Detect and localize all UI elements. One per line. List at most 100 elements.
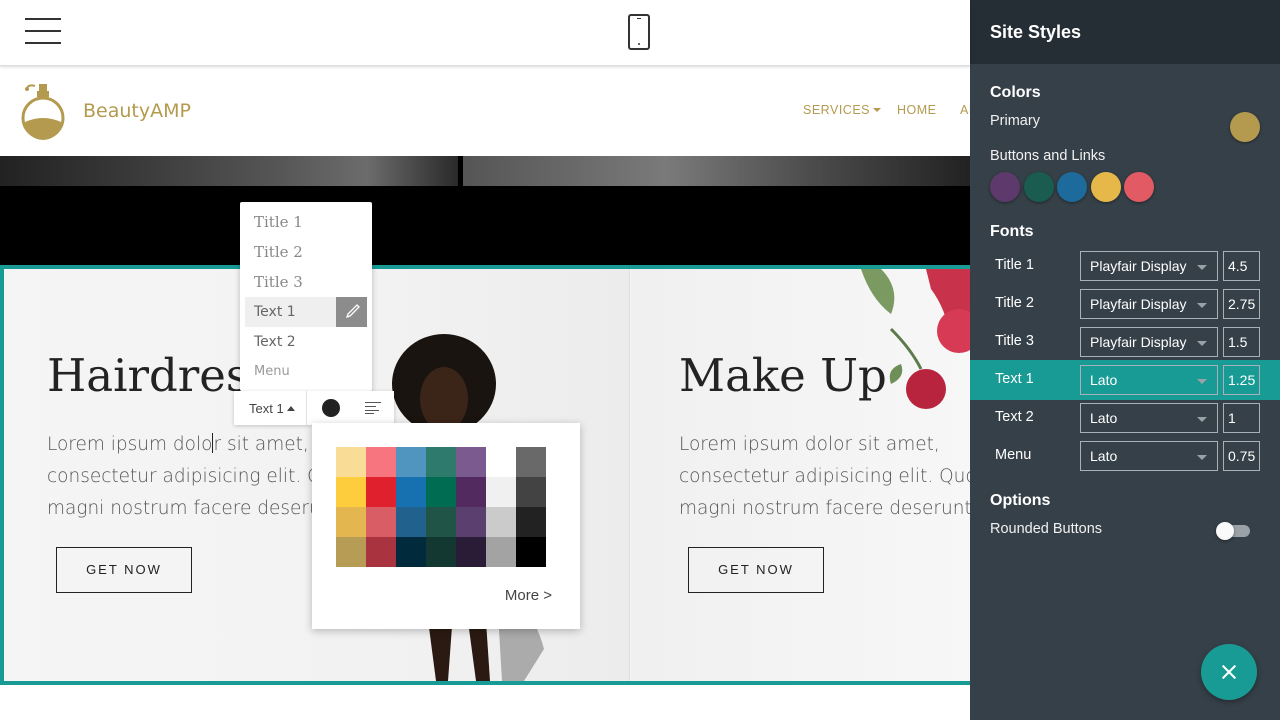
toggle-knob (1216, 522, 1234, 540)
color-swatch[interactable] (426, 507, 456, 537)
style-item-title-3[interactable]: Title 3 (245, 266, 367, 296)
color-swatch[interactable] (516, 477, 546, 507)
text-line: consectetur adipisicing elit. Quos (679, 466, 970, 487)
perfume-bottle-icon[interactable] (19, 82, 67, 140)
style-item-menu[interactable]: Menu (245, 357, 367, 387)
font-row-text-1: Text 1 Lato 1.25 (970, 360, 1280, 400)
font-size-input[interactable]: 4.5 (1223, 251, 1260, 281)
font-row-text-2: Text 2 Lato 1 (970, 398, 1280, 438)
nav-item-services[interactable]: SERVICES (803, 103, 881, 117)
font-row-label: Title 1 (995, 257, 1034, 273)
text-color-button[interactable] (322, 399, 340, 417)
align-left-icon[interactable] (365, 401, 381, 414)
card-makeup: Make Up Lorem ipsum dolor sit amet, cons… (631, 269, 970, 681)
text-style-select[interactable]: Text 1 (249, 401, 295, 416)
font-family-value: Playfair Display (1090, 296, 1187, 312)
font-size-input[interactable]: 0.75 (1223, 441, 1260, 471)
color-swatch[interactable] (336, 447, 366, 477)
chevron-down-icon (1197, 455, 1207, 460)
colors-heading: Colors (990, 84, 1041, 101)
font-size-input[interactable]: 1.5 (1223, 327, 1260, 357)
more-colors-link[interactable]: More > (505, 587, 552, 604)
card-title[interactable]: Make Up (679, 349, 887, 402)
color-swatch[interactable] (516, 537, 546, 567)
chevron-up-icon (286, 406, 295, 411)
color-swatch[interactable] (336, 477, 366, 507)
text-line: magni nostrum facere deserunt. (679, 498, 970, 519)
font-family-value: Playfair Display (1090, 334, 1187, 350)
color-swatch[interactable] (456, 447, 486, 477)
button-color-swatch[interactable] (1057, 172, 1087, 202)
color-swatch[interactable] (336, 537, 366, 567)
chevron-down-icon (873, 108, 881, 112)
nav-item-home[interactable]: HOME (897, 103, 937, 117)
hamburger-icon[interactable] (25, 17, 61, 45)
color-swatch[interactable] (456, 507, 486, 537)
primary-color-swatch[interactable] (1230, 112, 1260, 142)
primary-label: Primary (990, 113, 1040, 129)
color-swatch[interactable] (336, 507, 366, 537)
brush-icon[interactable] (336, 297, 367, 327)
color-swatch[interactable] (366, 447, 396, 477)
color-swatch[interactable] (396, 507, 426, 537)
style-item-text-2[interactable]: Text 2 (245, 327, 367, 357)
brand-name[interactable]: BeautyAMP (83, 100, 191, 122)
font-family-value: Lato (1090, 372, 1118, 388)
font-size-input[interactable]: 1.25 (1223, 365, 1260, 395)
color-swatch[interactable] (426, 447, 456, 477)
color-swatch[interactable] (366, 537, 396, 567)
panel-title: Site Styles (990, 22, 1082, 42)
style-label: Title 1 (254, 213, 303, 231)
font-family-value: Playfair Display (1090, 258, 1187, 274)
chevron-down-icon (1197, 265, 1207, 270)
font-family-select[interactable]: Lato (1080, 365, 1218, 395)
color-swatch[interactable] (486, 477, 516, 507)
font-family-select[interactable]: Lato (1080, 441, 1218, 471)
button-color-swatch[interactable] (1124, 172, 1154, 202)
color-swatch[interactable] (486, 507, 516, 537)
color-swatch[interactable] (486, 537, 516, 567)
style-item-title-2[interactable]: Title 2 (245, 236, 367, 266)
rounded-buttons-toggle[interactable] (1216, 522, 1250, 540)
style-item-text-1[interactable]: Text 1 (245, 297, 367, 327)
card-text[interactable]: Lorem ipsum dolor sit amet, consectetur … (47, 429, 332, 525)
color-swatch[interactable] (366, 507, 396, 537)
color-swatch[interactable] (426, 537, 456, 567)
font-family-select[interactable]: Lato (1080, 403, 1218, 433)
text-line: Lorem ipsum dolor sit amet, (47, 429, 332, 461)
font-row-label: Text 1 (995, 371, 1034, 387)
editor-topbar (0, 0, 970, 66)
button-color-swatch[interactable] (990, 172, 1020, 202)
rounded-buttons-label: Rounded Buttons (990, 521, 1103, 537)
color-swatch[interactable] (516, 507, 546, 537)
color-picker: More > (312, 423, 580, 629)
get-now-button[interactable]: GET NOW (688, 547, 824, 593)
button-color-swatch[interactable] (1090, 172, 1121, 202)
fonts-heading: Fonts (990, 223, 1034, 240)
button-color-swatch[interactable] (1023, 172, 1054, 202)
close-icon[interactable] (1201, 644, 1257, 700)
style-label: Title 3 (254, 273, 303, 291)
color-swatch[interactable] (396, 447, 426, 477)
text-line: magni nostrum facere deserun (47, 498, 333, 519)
color-swatch[interactable] (516, 447, 546, 477)
color-swatch[interactable] (426, 477, 456, 507)
color-swatch[interactable] (456, 537, 486, 567)
font-size-input[interactable]: 1 (1223, 403, 1260, 433)
color-swatch[interactable] (486, 447, 516, 477)
color-swatch[interactable] (366, 477, 396, 507)
color-swatch[interactable] (456, 477, 486, 507)
site-styles-panel: Site Styles Colors Primary Buttons and L… (970, 0, 1280, 720)
font-family-select[interactable]: Playfair Display (1080, 251, 1218, 281)
color-swatch[interactable] (396, 537, 426, 567)
font-row-label: Text 2 (995, 409, 1034, 425)
card-text[interactable]: Lorem ipsum dolor sit amet, consectetur … (679, 429, 970, 525)
font-family-select[interactable]: Playfair Display (1080, 327, 1218, 357)
color-swatch[interactable] (396, 477, 426, 507)
text-style-menu: Title 1 Title 2 Title 3 Text 1 Text 2 Me… (240, 202, 372, 391)
font-size-input[interactable]: 2.75 (1223, 289, 1260, 319)
font-family-select[interactable]: Playfair Display (1080, 289, 1218, 319)
get-now-button[interactable]: GET NOW (56, 547, 192, 593)
mobile-phone-icon[interactable] (628, 14, 650, 50)
style-item-title-1[interactable]: Title 1 (245, 206, 367, 236)
